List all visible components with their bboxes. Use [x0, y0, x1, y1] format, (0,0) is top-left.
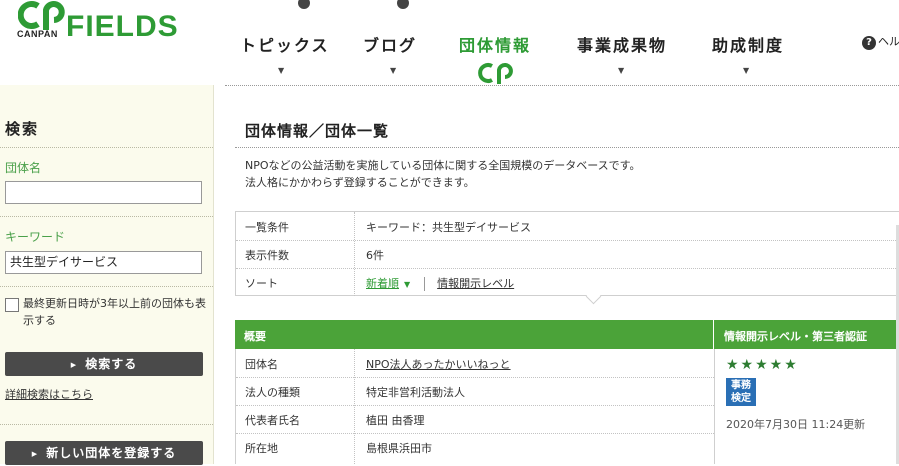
divider	[713, 320, 714, 349]
search-button-label: 検索する	[85, 357, 138, 371]
condition-row: 一覧条件 キーワード：共生型デイサービス	[236, 212, 899, 241]
results-header-disclosure: 情報開示レベル・第三者認証	[724, 330, 867, 343]
chevron-down-icon: ▼	[278, 66, 285, 75]
register-org-button[interactable]: ▶ 新しい団体を登録する	[5, 441, 203, 465]
sidebar-title: 検索	[5, 120, 40, 138]
chevron-down-icon: ▼	[618, 66, 625, 75]
table-row: 代表者氏名 植田 由香理	[236, 405, 714, 434]
count-value: 6件	[366, 249, 384, 262]
chevron-down-icon: ▼	[743, 66, 750, 75]
keyword-input[interactable]: 共生型デイサービス	[5, 251, 202, 274]
table-row: 法人の種類 特定非営利活動法人	[236, 377, 714, 406]
page-description: NPOなどの公益活動を実施している団体に関する全国規模のデータベースです。 法人…	[245, 157, 641, 191]
row-label: 法人の種類	[245, 386, 300, 399]
sort-options: 新着順 ▼ 情報開示レベル	[366, 275, 514, 291]
row-value: 島根県浜田市	[366, 442, 432, 455]
search-sidebar: 検索 団体名 キーワード 共生型デイサービス 最終更新日時が3年以上前の団体も表…	[0, 85, 214, 465]
disclosure-cell: ★★★★★ 事務 検定 2020年7月30日 11:24更新	[714, 349, 899, 464]
row-value: 特定非営利活動法人	[366, 386, 465, 399]
condition-label: 一覧条件	[245, 221, 289, 234]
row-value: 植田 由香理	[366, 414, 425, 427]
sort-disclosure-link[interactable]: 情報開示レベル	[437, 277, 514, 290]
sort-row: ソート 新着順 ▼ 情報開示レベル	[236, 268, 899, 296]
register-button-label: 新しい団体を登録する	[46, 446, 177, 460]
org-name-label: 団体名	[5, 161, 42, 175]
badge-text: 事務	[731, 380, 751, 391]
table-row: 所在地 島根県浜田市	[236, 433, 714, 461]
updated-timestamp: 2020年7月30日 11:24更新	[726, 418, 866, 431]
divider	[0, 286, 213, 287]
global-nav: トピックス ▼ ブログ ▼ 団体情報 事業成果物 ▼ 助成制度 ▼	[225, 18, 899, 86]
keyword-label: キーワード	[5, 230, 66, 244]
site-logo[interactable]: CANPAN FIELDS	[8, 0, 193, 60]
org-name-link[interactable]: NPO法人あったかいいねっと	[366, 356, 511, 372]
count-row: 表示件数 6件	[236, 240, 899, 269]
top-link-icon[interactable]	[298, 0, 310, 9]
top-link-icon[interactable]	[397, 0, 410, 9]
search-button[interactable]: ▶ 検索する	[5, 352, 203, 376]
chevron-down-icon: ▼	[404, 280, 411, 289]
sort-label: ソート	[245, 277, 278, 290]
cp-active-icon	[478, 63, 513, 84]
nav-item-organizations[interactable]: 団体情報	[459, 32, 531, 56]
play-icon: ▶	[70, 360, 78, 369]
row-label: 団体名	[245, 358, 278, 371]
nav-item-blog[interactable]: ブログ	[363, 32, 417, 56]
include-old-orgs-checkbox[interactable]	[5, 298, 19, 312]
count-label: 表示件数	[245, 249, 289, 262]
description-line: 法人格にかかわらず登録することができます。	[245, 176, 475, 189]
nav-item-topics[interactable]: トピックス	[240, 32, 330, 56]
include-old-orgs-label[interactable]: 最終更新日時が3年以上前の団体も表示する	[23, 295, 208, 329]
row-label: 所在地	[245, 442, 278, 455]
condition-value: キーワード：共生型デイサービス	[366, 221, 531, 234]
table-row: 団体名 NPO法人あったかいいねっと	[236, 349, 714, 378]
advanced-search-link[interactable]: 詳細検索はこちら	[5, 386, 93, 402]
main-content: 団体情報／団体一覧 NPOなどの公益活動を実施している団体に関する全国規模のデー…	[235, 85, 899, 464]
certification-badge-icon[interactable]: 事務 検定	[726, 378, 756, 406]
badge-text: 検定	[731, 393, 751, 404]
divider	[0, 216, 213, 217]
divider	[0, 424, 213, 425]
help-label: ヘル	[878, 35, 899, 48]
results-header: 概要 情報開示レベル・第三者認証	[235, 320, 899, 349]
divider	[235, 147, 899, 148]
description-line: NPOなどの公益活動を実施している団体に関する全国規模のデータベースです。	[245, 159, 641, 172]
help-link[interactable]: ? ヘル	[862, 33, 899, 50]
nav-item-outputs[interactable]: 事業成果物	[577, 32, 667, 56]
sort-newest-link[interactable]: 新着順	[366, 277, 399, 290]
list-conditions-panel: 一覧条件 キーワード：共生型デイサービス 表示件数 6件 ソート 新着順 ▼ 情報開…	[235, 211, 899, 296]
results-table: 概要 情報開示レベル・第三者認証 団体名 NPO法人あったかいいねっと 法人の種…	[235, 320, 899, 464]
logo-fields-text: FIELDS	[66, 10, 179, 43]
results-header-overview: 概要	[244, 330, 266, 343]
cp-logo-icon	[18, 1, 65, 30]
disclosure-stars-icon: ★★★★★	[726, 357, 799, 373]
site-header: CANPAN FIELDS トピックス ▼ ブログ ▼ 団体情報 事業成果物 ▼…	[0, 0, 899, 86]
org-name-input[interactable]	[5, 181, 202, 204]
logo-canpan-text: CANPAN	[17, 29, 58, 39]
chevron-down-icon: ▼	[390, 66, 397, 75]
top-links	[298, 0, 413, 9]
nav-item-grants[interactable]: 助成制度	[712, 32, 784, 56]
divider	[424, 277, 426, 291]
page-title: 団体情報／団体一覧	[245, 122, 390, 140]
row-label: 代表者氏名	[245, 414, 300, 427]
divider	[0, 147, 213, 148]
play-icon: ▶	[31, 449, 39, 458]
result-item: 団体名 NPO法人あったかいいねっと 法人の種類 特定非営利活動法人 代表者氏名…	[235, 349, 899, 464]
help-icon: ?	[862, 36, 876, 50]
